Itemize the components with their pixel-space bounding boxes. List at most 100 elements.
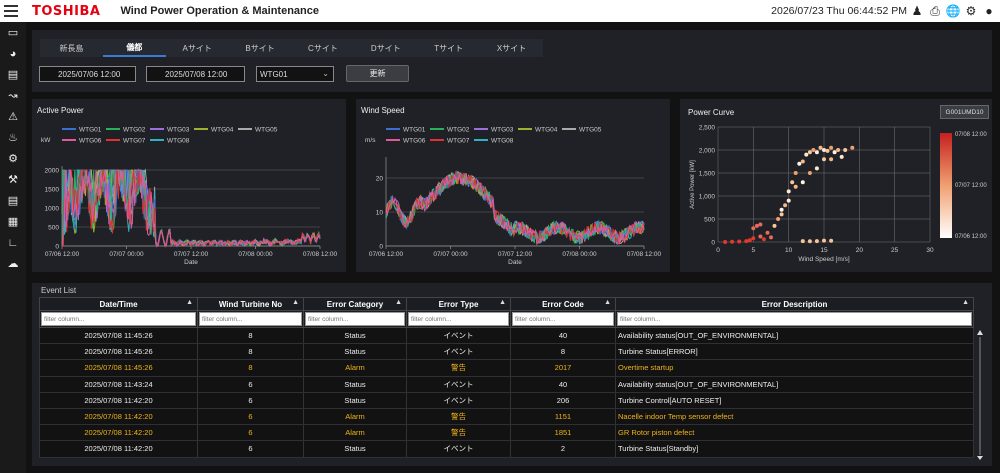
calendar-icon[interactable]: ▦ (0, 211, 26, 232)
tab-2[interactable]: Aサイト (166, 39, 229, 57)
table-row[interactable]: 2025/07/08 11:42:20 6 Status イベント 206 Turbine… (39, 392, 974, 409)
tab-3[interactable]: Bサイト (229, 39, 292, 57)
sidebar: ▭ ◕ ▤ ↝ ⚠ ♨ ⚙ ⚒ ▤ ▦ ∟ ☁ (0, 22, 26, 473)
column-header-4[interactable]: Error Code ▲ (510, 297, 616, 311)
power-curve-chart: 0 500 1,000 1,500 2,000 2,500 0 5 10 15 20 25 30 Acti… (690, 125, 987, 264)
column-header-0[interactable]: Date/Time ▲ (39, 297, 198, 311)
filter-input[interactable] (305, 312, 405, 326)
table-cell: 6 (197, 392, 304, 409)
warning-icon[interactable]: ⚠ (0, 106, 26, 127)
filter-cell (197, 310, 304, 328)
tab-6[interactable]: Tサイト (417, 39, 480, 57)
globe-icon[interactable]: 🌐 (946, 3, 961, 19)
y-axis-label: Active Power [kW] (690, 160, 696, 209)
start-datetime-input[interactable]: 2025/07/06 12:00 (39, 66, 136, 82)
users-icon[interactable]: ♟ (910, 3, 924, 19)
table-cell: イベント (406, 392, 511, 409)
cloud-upload-icon[interactable]: ☁ (0, 253, 26, 274)
table-cell: イベント (406, 376, 511, 393)
monitor-icon[interactable]: ▭ (0, 22, 26, 43)
scatter-point (751, 226, 756, 231)
trend-chart-icon[interactable]: ↝ (0, 85, 26, 106)
filter-cell (303, 310, 407, 328)
column-header-5[interactable]: Error Description ▲ (615, 297, 974, 311)
account-icon[interactable]: ● (982, 3, 996, 19)
scatter-point (811, 148, 816, 152)
filter-input[interactable] (41, 312, 196, 326)
scatter-point (814, 166, 819, 171)
alarm-bell-icon[interactable]: ♨ (0, 127, 26, 148)
unit-label: kW (41, 137, 51, 144)
scatter-point (723, 240, 728, 244)
table-cell: 6 (197, 424, 304, 442)
column-header-2[interactable]: Error Category ▲ (303, 297, 407, 311)
colorbar-label: 07/08 12:00 (955, 132, 987, 138)
filter-input[interactable] (512, 312, 614, 326)
y-tick-label: 1,500 (699, 171, 716, 178)
filter-input[interactable] (408, 312, 509, 326)
scatter-point (822, 148, 826, 152)
sort-icon[interactable]: ▲ (395, 299, 402, 306)
settings-icon[interactable]: ⚙ (0, 148, 26, 169)
table-cell: 206 (510, 392, 616, 409)
tab-1[interactable]: 儀都 (102, 39, 166, 57)
scatter-point (814, 150, 819, 155)
table-row[interactable]: 2025/07/08 11:45:26 8 Alarm 警告 2017 Overtime … (39, 359, 974, 377)
turbine-select[interactable]: WTG01 ⌄ (256, 66, 334, 82)
table-row[interactable]: 2025/07/08 11:45:26 8 Status イベント 8 Turbine S… (39, 343, 974, 361)
table-cell: Availability status[OUT_OF_ENVIRONMENTAL… (615, 327, 974, 345)
scatter-point (765, 230, 770, 235)
scatter-point (790, 180, 795, 185)
table-cell: Alarm (303, 424, 407, 442)
bar-chart-icon[interactable]: ▤ (0, 64, 26, 85)
legend-label: WTG03 (167, 127, 190, 134)
scatter-point (800, 180, 805, 185)
event-list-scrollbar[interactable] (975, 297, 985, 460)
filter-cell (406, 310, 511, 328)
sort-icon[interactable]: ▲ (499, 299, 506, 306)
scatter-point (744, 239, 749, 244)
y-tick-label: 20 (376, 176, 384, 183)
sort-icon[interactable]: ▲ (604, 299, 611, 306)
sort-icon[interactable]: ▲ (186, 299, 193, 306)
printer-icon[interactable]: ⎙ (928, 3, 942, 19)
legend-label: WTG06 (403, 138, 426, 145)
filter-input[interactable] (617, 312, 972, 326)
table-row[interactable]: 2025/07/08 11:42:20 6 Status イベント 2 Turbine S… (39, 440, 974, 458)
table-row[interactable]: 2025/07/08 11:45:26 8 Status イベント 40 Availabi… (39, 327, 974, 345)
report-icon[interactable]: ▤ (0, 190, 26, 211)
graph-icon[interactable]: ∟ (0, 232, 26, 253)
sort-icon[interactable]: ▲ (292, 299, 299, 306)
legend-label: WTG05 (255, 127, 278, 134)
end-datetime-input[interactable]: 2025/07/08 12:00 (146, 66, 245, 82)
filter-input[interactable] (199, 312, 302, 326)
column-header-3[interactable]: Error Type ▲ (406, 297, 511, 311)
table-cell: 40 (510, 376, 616, 393)
table-row[interactable]: 2025/07/08 11:42:20 6 Alarm 警告 1151 Nacelle i… (39, 408, 974, 426)
wrench-icon[interactable]: ⚒ (0, 169, 26, 190)
table-cell: 1851 (510, 424, 616, 442)
sort-icon[interactable]: ▲ (962, 299, 969, 306)
site-tabs: 新長島 儀都 Aサイト Bサイト Cサイト Dサイト Tサイト Xサイト (40, 39, 543, 57)
tab-0[interactable]: 新長島 (40, 39, 103, 57)
scatter-point (761, 237, 766, 242)
table-cell: 2017 (510, 359, 616, 377)
tab-7[interactable]: Xサイト (480, 39, 543, 57)
column-header-1[interactable]: Wind Turbine No ▲ (197, 297, 304, 311)
refresh-button[interactable]: 更新 (346, 65, 409, 82)
legend-label: WTG01 (403, 127, 426, 134)
gear-icon[interactable]: ⚙ (964, 3, 978, 19)
dashboard-icon[interactable]: ◕ (0, 43, 26, 64)
legend-label: WTG03 (491, 127, 514, 134)
scatter-point (822, 238, 826, 243)
device-button[interactable]: G001UMD10 (940, 105, 989, 119)
x-tick-label: 0 (716, 247, 720, 254)
x-tick-label: 10 (785, 247, 793, 254)
table-row[interactable]: 2025/07/08 11:42:20 6 Alarm 警告 1851 GR Rotor … (39, 424, 974, 442)
tab-5[interactable]: Dサイト (354, 39, 417, 57)
hamburger-menu-icon[interactable] (0, 0, 22, 22)
scatter-point (804, 152, 809, 157)
table-row[interactable]: 2025/07/08 11:43:24 6 Status イベント 40 Availabi… (39, 376, 974, 393)
tab-4[interactable]: Cサイト (292, 39, 355, 57)
legend-label: WTG04 (535, 127, 558, 134)
